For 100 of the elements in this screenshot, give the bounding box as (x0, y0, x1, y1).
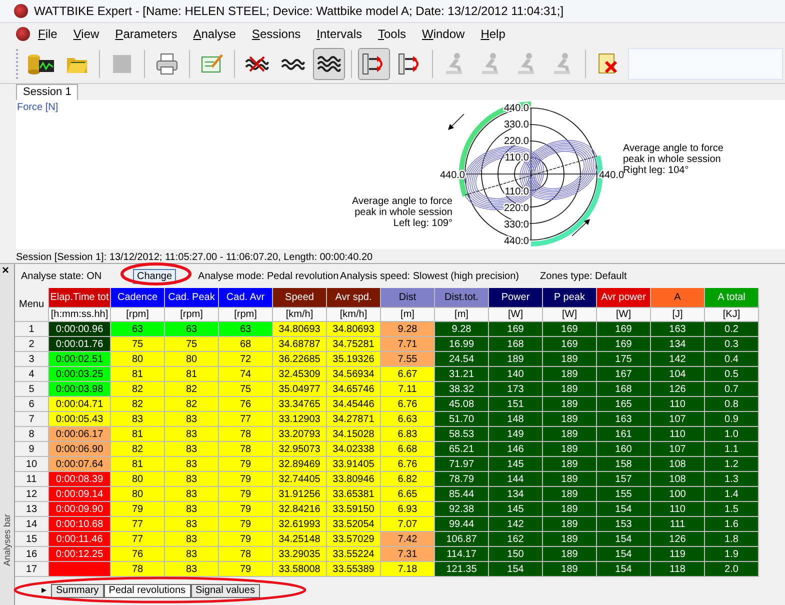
menu-item[interactable]: Tools (370, 27, 414, 41)
table-cell: 9.28 (381, 322, 435, 337)
table-cell: 83 (165, 472, 219, 487)
table-cell: 34.25148 (273, 532, 327, 547)
table-cell: 83 (165, 502, 219, 517)
row-number[interactable]: 13 (15, 502, 49, 517)
column-header[interactable]: P peak (543, 288, 597, 308)
app-logo-icon (14, 4, 28, 18)
unit-cell: [W] (597, 308, 651, 322)
table-cell: 6.83 (381, 427, 435, 442)
table-cell: 142 (489, 517, 543, 532)
row-number[interactable]: 14 (15, 517, 49, 532)
change-button[interactable]: Change (133, 268, 176, 284)
column-header[interactable]: Power (489, 288, 543, 308)
column-header[interactable]: Cad. Avr (219, 288, 273, 308)
table-cell: 142 (651, 352, 705, 367)
row-number[interactable]: 12 (15, 487, 49, 502)
table-cell: 36.22685 (273, 352, 327, 367)
column-header[interactable]: Dist (381, 288, 435, 308)
table-cell: 33.91405 (327, 457, 381, 472)
row-number[interactable]: 5 (15, 382, 49, 397)
menu-item[interactable]: Window (414, 27, 473, 41)
table-cell: 0:00:10.68 (49, 517, 111, 532)
table-cell: 7.55 (381, 352, 435, 367)
table-cell: 83 (165, 532, 219, 547)
axis-label: Force [N] (17, 102, 58, 113)
session-tab[interactable]: Session 1 (16, 84, 78, 100)
table-cell: 0:00:06.90 (49, 442, 111, 457)
toolbar-button[interactable] (358, 48, 390, 80)
table-cell: 104 (651, 367, 705, 382)
table-cell: 33.65381 (327, 487, 381, 502)
close-button[interactable]: × (2, 264, 10, 276)
table-cell: 1.6 (705, 517, 759, 532)
menu-item[interactable]: File (30, 27, 66, 41)
row-number[interactable]: 10 (15, 457, 49, 472)
table-cell: 79 (219, 472, 273, 487)
column-header[interactable]: Avr spd. (327, 288, 381, 308)
table-cell: 51.70 (435, 412, 489, 427)
sheet-tab[interactable]: Summary (51, 584, 104, 598)
table-cell: 33.52054 (327, 517, 381, 532)
table-cell: 83 (111, 412, 165, 427)
column-header[interactable]: Speed (273, 288, 327, 308)
menu-item[interactable]: Parameters (107, 27, 186, 41)
table-cell: 63 (111, 322, 165, 337)
column-header[interactable]: Cad. Peak (165, 288, 219, 308)
row-number[interactable]: 11 (15, 472, 49, 487)
table-cell: 65.21 (435, 442, 489, 457)
table-cell: 0:00:00.96 (49, 322, 111, 337)
table-cell: 0.5 (705, 367, 759, 382)
table-cell: 6.67 (381, 367, 435, 382)
row-number[interactable]: 3 (15, 352, 49, 367)
row-number[interactable]: 6 (15, 397, 49, 412)
row-number[interactable]: 2 (15, 337, 49, 352)
row-number[interactable]: 8 (15, 427, 49, 442)
app-logo-icon[interactable] (16, 27, 30, 41)
row-number[interactable]: 7 (15, 412, 49, 427)
table-cell: 79 (219, 532, 273, 547)
table-cell: 189 (543, 457, 597, 472)
menu-item[interactable]: Help (472, 27, 514, 41)
table-cell: 83 (165, 517, 219, 532)
table-cell: 162 (489, 532, 543, 547)
column-header[interactable]: Dist.tot. (435, 288, 489, 308)
sheet-tab[interactable]: Pedal revolutions (104, 584, 191, 598)
table-cell: 163 (651, 322, 705, 337)
table-cell: 83 (165, 412, 219, 427)
menu-item[interactable]: Intervals (308, 27, 370, 41)
scroll-button[interactable]: ▸ (37, 585, 51, 597)
table-cell: 189 (543, 562, 597, 577)
column-header[interactable]: Elap.Time tot (49, 288, 111, 308)
column-header[interactable]: Avr power (597, 288, 651, 308)
table-cell: 0.7 (705, 382, 759, 397)
table-cell: 189 (543, 517, 597, 532)
analysis-speed: Analysis speed: Slowest (high precision) (340, 270, 520, 282)
table-cell: 144 (489, 472, 543, 487)
row-number[interactable]: 15 (15, 532, 49, 547)
unit-cell: [rpm] (219, 308, 273, 322)
row-number[interactable]: 1 (15, 322, 49, 337)
table-cell: 32.45309 (273, 367, 327, 382)
row-number[interactable]: 9 (15, 442, 49, 457)
toolbar-button[interactable] (313, 48, 345, 80)
table-cell: 1.1 (705, 442, 759, 457)
row-number[interactable]: 16 (15, 547, 49, 562)
menu-item[interactable]: Sessions (244, 27, 309, 41)
table-cell: 189 (543, 502, 597, 517)
menu-item[interactable]: Analyse (185, 27, 244, 41)
column-header[interactable]: A (651, 288, 705, 308)
menu-item[interactable]: View (65, 27, 108, 41)
table-cell: 33.57029 (327, 532, 381, 547)
table-cell: 99.44 (435, 517, 489, 532)
table-cell: 83 (165, 487, 219, 502)
table-cell: 77 (111, 517, 165, 532)
row-number[interactable]: 17 (15, 562, 49, 577)
row-number[interactable]: 4 (15, 367, 49, 382)
table-cell: 83 (165, 442, 219, 457)
database-chart-icon (27, 52, 55, 76)
column-header[interactable]: Cadence (111, 288, 165, 308)
table-cell: 0.8 (705, 397, 759, 412)
sheet-tab[interactable]: Signal values (190, 584, 260, 598)
table-cell: 7.31 (381, 547, 435, 562)
table-cell: 151 (489, 397, 543, 412)
